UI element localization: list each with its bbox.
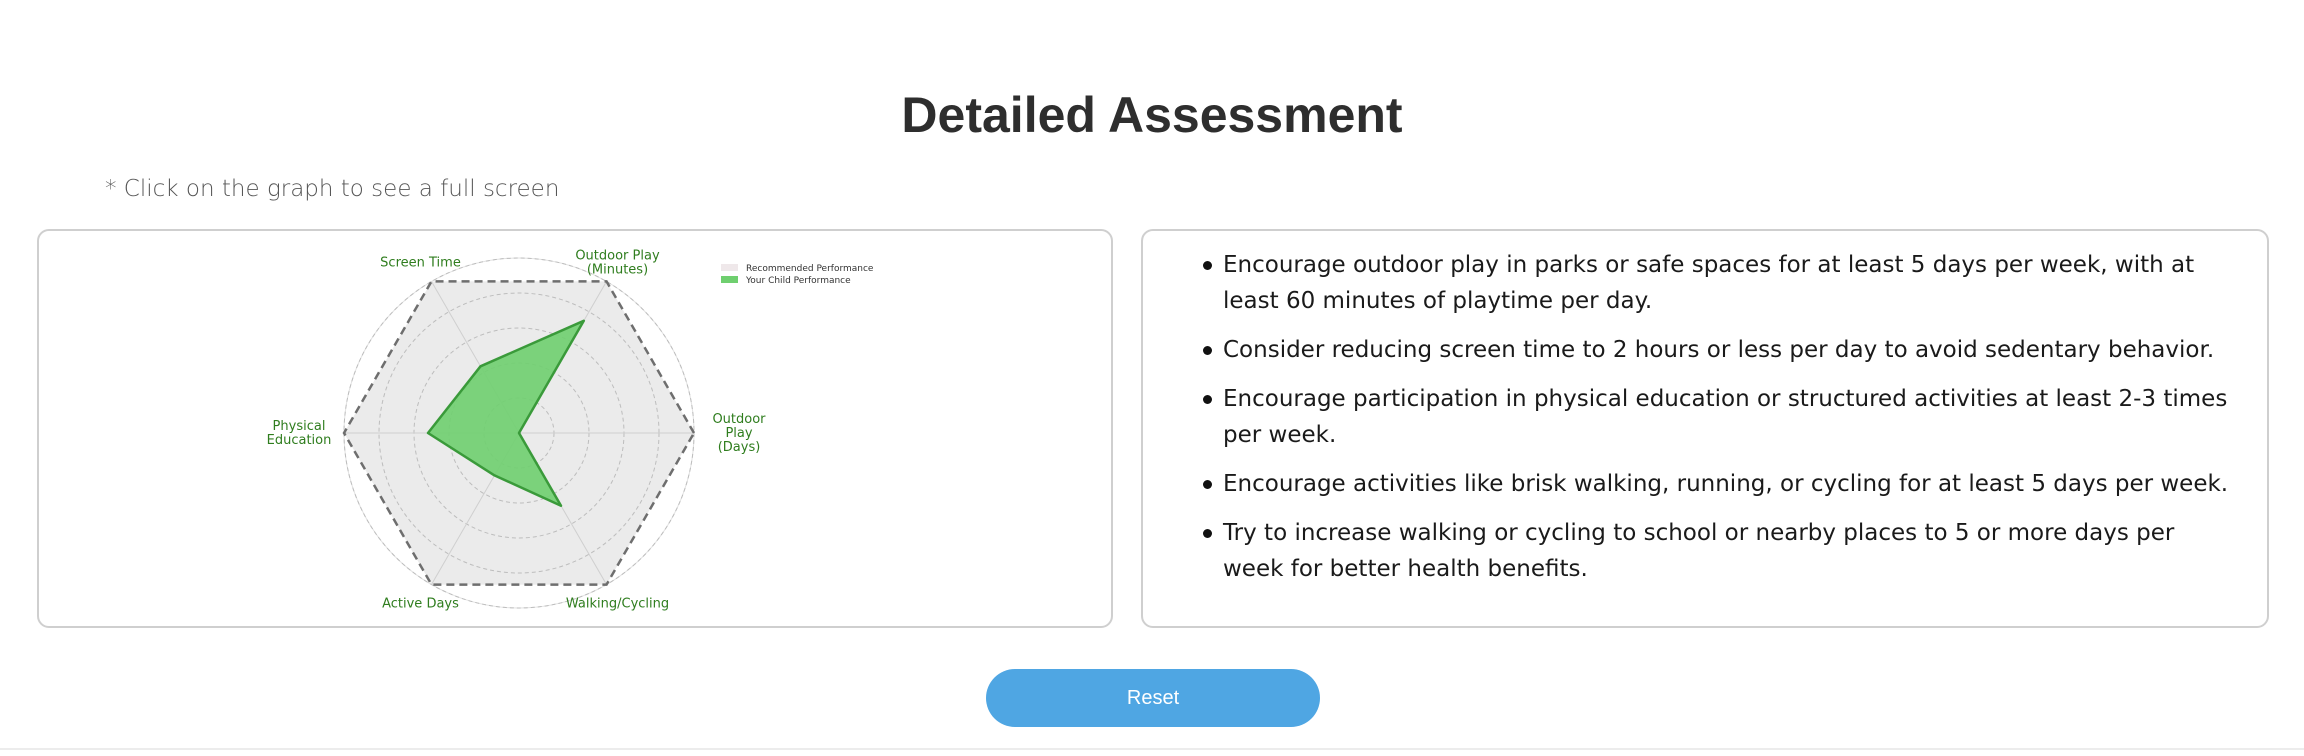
fullscreen-hint: * Click on the graph to see a full scree… bbox=[105, 176, 560, 202]
bottom-divider bbox=[0, 748, 2304, 750]
legend-swatch bbox=[721, 276, 738, 283]
axis-label: Outdoor Play (Days) bbox=[712, 412, 766, 455]
recommendation-item: Encourage outdoor play in parks or safe … bbox=[1203, 247, 2233, 319]
recommendation-item: Encourage activities like brisk walking,… bbox=[1203, 466, 2233, 502]
axis-label: Active Days bbox=[382, 597, 459, 612]
axis-label: Physical Education bbox=[267, 419, 332, 448]
recommendation-item: Try to increase walking or cycling to sc… bbox=[1203, 515, 2233, 587]
radar-chart[interactable]: Outdoor Play (Days) Outdoor Play (Minutes) Sc… bbox=[39, 231, 1111, 626]
radar-chart-card[interactable]: Outdoor Play (Days) Outdoor Play (Minutes) Sc… bbox=[37, 229, 1113, 628]
legend-label: Your Child Performance bbox=[745, 276, 851, 286]
recommendation-item: Consider reducing screen time to 2 hours… bbox=[1203, 332, 2233, 368]
axis-label: Walking/Cycling bbox=[566, 597, 669, 612]
axis-label: Screen Time bbox=[380, 255, 461, 270]
legend-swatch bbox=[721, 264, 738, 271]
legend-label: Recommended Performance bbox=[746, 264, 874, 274]
page-title: Detailed Assessment bbox=[901, 87, 1403, 143]
axis-label: Outdoor Play (Minutes) bbox=[575, 248, 660, 277]
recommendation-item: Encourage participation in physical educ… bbox=[1203, 381, 2233, 453]
recommendations-card: Encourage outdoor play in parks or safe … bbox=[1141, 229, 2269, 628]
reset-button[interactable]: Reset bbox=[986, 669, 1320, 727]
recommendations-list: Encourage outdoor play in parks or safe … bbox=[1203, 247, 2233, 600]
